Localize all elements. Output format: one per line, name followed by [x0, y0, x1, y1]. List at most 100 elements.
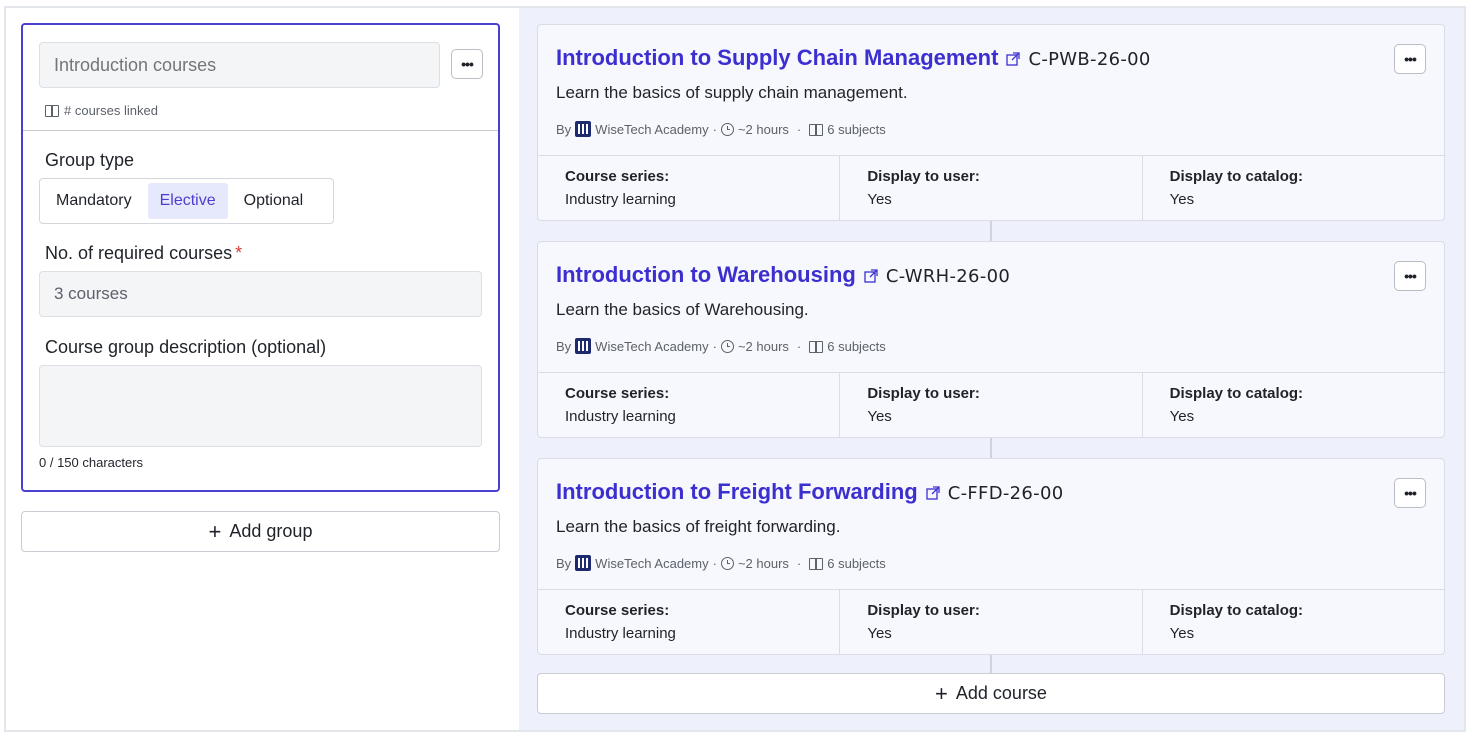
book-icon [45, 105, 59, 117]
display-catalog-value: Yes [1169, 408, 1195, 425]
course-title-link[interactable]: Introduction to Warehousing [556, 262, 856, 288]
group-name-input[interactable] [39, 42, 440, 88]
display-user-label: Display to user: [867, 168, 980, 185]
course-subjects: 6 subjects [827, 338, 886, 354]
meta-separator: · [796, 121, 802, 137]
provider-logo-icon [575, 121, 592, 137]
book-icon [809, 340, 824, 353]
group-type-mandatory[interactable]: Mandatory [44, 183, 144, 219]
more-icon: ••• [1404, 51, 1417, 67]
group-panel: ••• # courses linked Group type Mandator… [6, 8, 519, 730]
course-subjects: 6 subjects [827, 121, 886, 137]
display-user-label: Display to user: [867, 385, 980, 402]
external-link-icon[interactable] [1006, 52, 1021, 66]
course-title-link[interactable]: Introduction to Freight Forwarding [556, 479, 918, 505]
course-details: Course series: Industry learning Display… [538, 372, 1444, 437]
display-catalog-value: Yes [1169, 625, 1195, 642]
courses-panel: Introduction to Supply Chain Management … [519, 8, 1464, 730]
clock-icon [720, 556, 734, 570]
book-icon [809, 123, 824, 136]
group-type-label: Group type [45, 150, 135, 170]
course-code: C-WRH-26-00 [885, 266, 1011, 287]
course-meta: By WiseTech Academy · ~2 hours · 6 subje… [556, 555, 886, 571]
display-user-cell: Display to user: Yes [839, 590, 1141, 654]
course-group-card: ••• # courses linked Group type Mandator… [21, 23, 500, 492]
course-meta: By WiseTech Academy · ~2 hours · 6 subje… [556, 121, 886, 137]
display-user-value: Yes [867, 625, 892, 642]
meta-separator: · [796, 555, 802, 571]
course-duration: ~2 hours [737, 338, 789, 354]
display-user-cell: Display to user: Yes [839, 373, 1141, 437]
course-series-cell: Course series: Industry learning [538, 373, 839, 437]
group-type-elective[interactable]: Elective [147, 183, 228, 219]
course-connector [990, 221, 992, 241]
display-catalog-cell: Display to catalog: Yes [1141, 590, 1444, 654]
course-details: Course series: Industry learning Display… [538, 155, 1444, 220]
course-description: Learn the basics of Warehousing. [556, 300, 809, 319]
add-course-button[interactable]: + Add course [537, 673, 1445, 714]
required-asterisk: * [235, 243, 243, 263]
display-catalog-label: Display to catalog: [1169, 602, 1304, 619]
course-more-button[interactable]: ••• [1394, 261, 1426, 291]
add-course-label: Add course [955, 683, 1047, 703]
display-user-label: Display to user: [867, 602, 980, 619]
clock-icon [720, 339, 734, 353]
course-title-row: Introduction to Supply Chain Management … [556, 45, 1151, 71]
course-series-label: Course series: [565, 385, 670, 402]
display-catalog-cell: Display to catalog: Yes [1141, 373, 1444, 437]
book-icon [809, 557, 824, 570]
by-label: By [556, 121, 572, 137]
course-code: C-FFD-26-00 [947, 483, 1064, 504]
description-label: Course group description (optional) [45, 337, 327, 357]
course-series-cell: Course series: Industry learning [538, 156, 839, 220]
display-user-value: Yes [867, 408, 892, 425]
course-meta: By WiseTech Academy · ~2 hours · 6 subje… [556, 338, 886, 354]
display-user-value: Yes [867, 191, 892, 208]
course-title-link[interactable]: Introduction to Supply Chain Management [556, 45, 998, 71]
add-group-label: Add group [229, 521, 313, 541]
provider-logo-icon [575, 338, 592, 354]
provider-name: WiseTech Academy [595, 338, 709, 354]
course-more-button[interactable]: ••• [1394, 478, 1426, 508]
more-icon: ••• [1404, 485, 1417, 501]
course-series-value: Industry learning [565, 191, 676, 208]
plus-icon: + [935, 680, 948, 706]
meta-separator: · [712, 338, 717, 354]
course-title-row: Introduction to Warehousing C-WRH-26-00 [556, 262, 1010, 288]
course-title-row: Introduction to Freight Forwarding C-FFD… [556, 479, 1063, 505]
provider-name: WiseTech Academy [595, 555, 709, 571]
course-description: Learn the basics of supply chain managem… [556, 83, 908, 102]
course-series-label: Course series: [565, 168, 670, 185]
provider-logo-icon [575, 555, 592, 571]
group-type-optional[interactable]: Optional [232, 183, 316, 219]
group-header: ••• # courses linked [23, 25, 498, 131]
course-series-value: Industry learning [565, 408, 676, 425]
course-code: C-PWB-26-00 [1028, 49, 1151, 70]
display-catalog-label: Display to catalog: [1169, 385, 1304, 402]
course-duration: ~2 hours [737, 555, 789, 571]
course-duration: ~2 hours [737, 121, 789, 137]
external-link-icon[interactable] [864, 269, 878, 283]
required-courses-input[interactable]: 3 courses [39, 271, 482, 317]
group-more-button[interactable]: ••• [451, 49, 483, 79]
meta-separator: · [712, 555, 717, 571]
course-card: Introduction to Supply Chain Management … [537, 24, 1445, 221]
course-card: Introduction to Warehousing C-WRH-26-00 … [537, 241, 1445, 438]
course-details: Course series: Industry learning Display… [538, 589, 1444, 654]
clock-icon [720, 122, 734, 136]
required-courses-label-text: No. of required courses [45, 243, 233, 263]
course-more-button[interactable]: ••• [1394, 44, 1426, 74]
course-group-editor: ••• # courses linked Group type Mandator… [4, 6, 1466, 732]
external-link-icon[interactable] [926, 486, 940, 500]
description-textarea[interactable] [39, 365, 482, 447]
provider-name: WiseTech Academy [595, 121, 709, 137]
by-label: By [556, 338, 572, 354]
more-icon: ••• [461, 56, 474, 72]
meta-separator: · [712, 121, 717, 137]
group-type-selector: Mandatory Elective Optional [39, 178, 334, 224]
add-group-button[interactable]: + Add group [21, 511, 500, 552]
by-label: By [556, 555, 572, 571]
course-series-label: Course series: [565, 602, 670, 619]
required-courses-label: No. of required courses * [45, 243, 242, 264]
course-connector [990, 655, 992, 675]
